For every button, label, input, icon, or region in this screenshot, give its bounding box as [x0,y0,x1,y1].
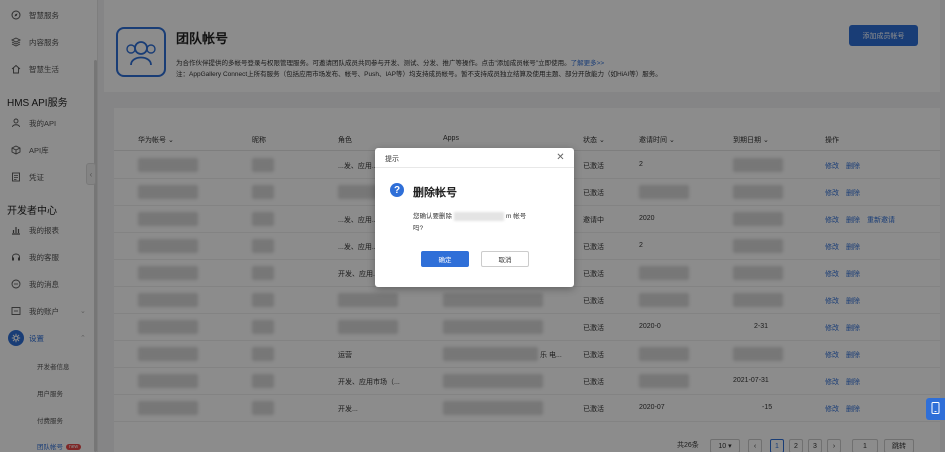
confirm-button[interactable]: 确定 [421,251,469,267]
cancel-button[interactable]: 取消 [481,251,529,267]
redacted-account [454,211,504,221]
question-icon: ? [390,183,404,197]
floating-phone-button[interactable] [926,398,945,420]
dialog-title: 提示 [385,156,399,163]
dialog-header: 提示 ✕ [375,148,574,168]
delete-confirm-dialog: 提示 ✕ ? 删除帐号 您确认要删除 m 帐号 吗? 确定 取消 [375,148,574,287]
close-icon[interactable]: ✕ [555,152,566,163]
phone-icon [931,402,940,416]
dialog-message: 您确认要删除 m 帐号 [413,211,527,221]
dialog-heading: 删除帐号 [413,187,457,199]
dialog-message-line2: 吗? [413,225,424,232]
